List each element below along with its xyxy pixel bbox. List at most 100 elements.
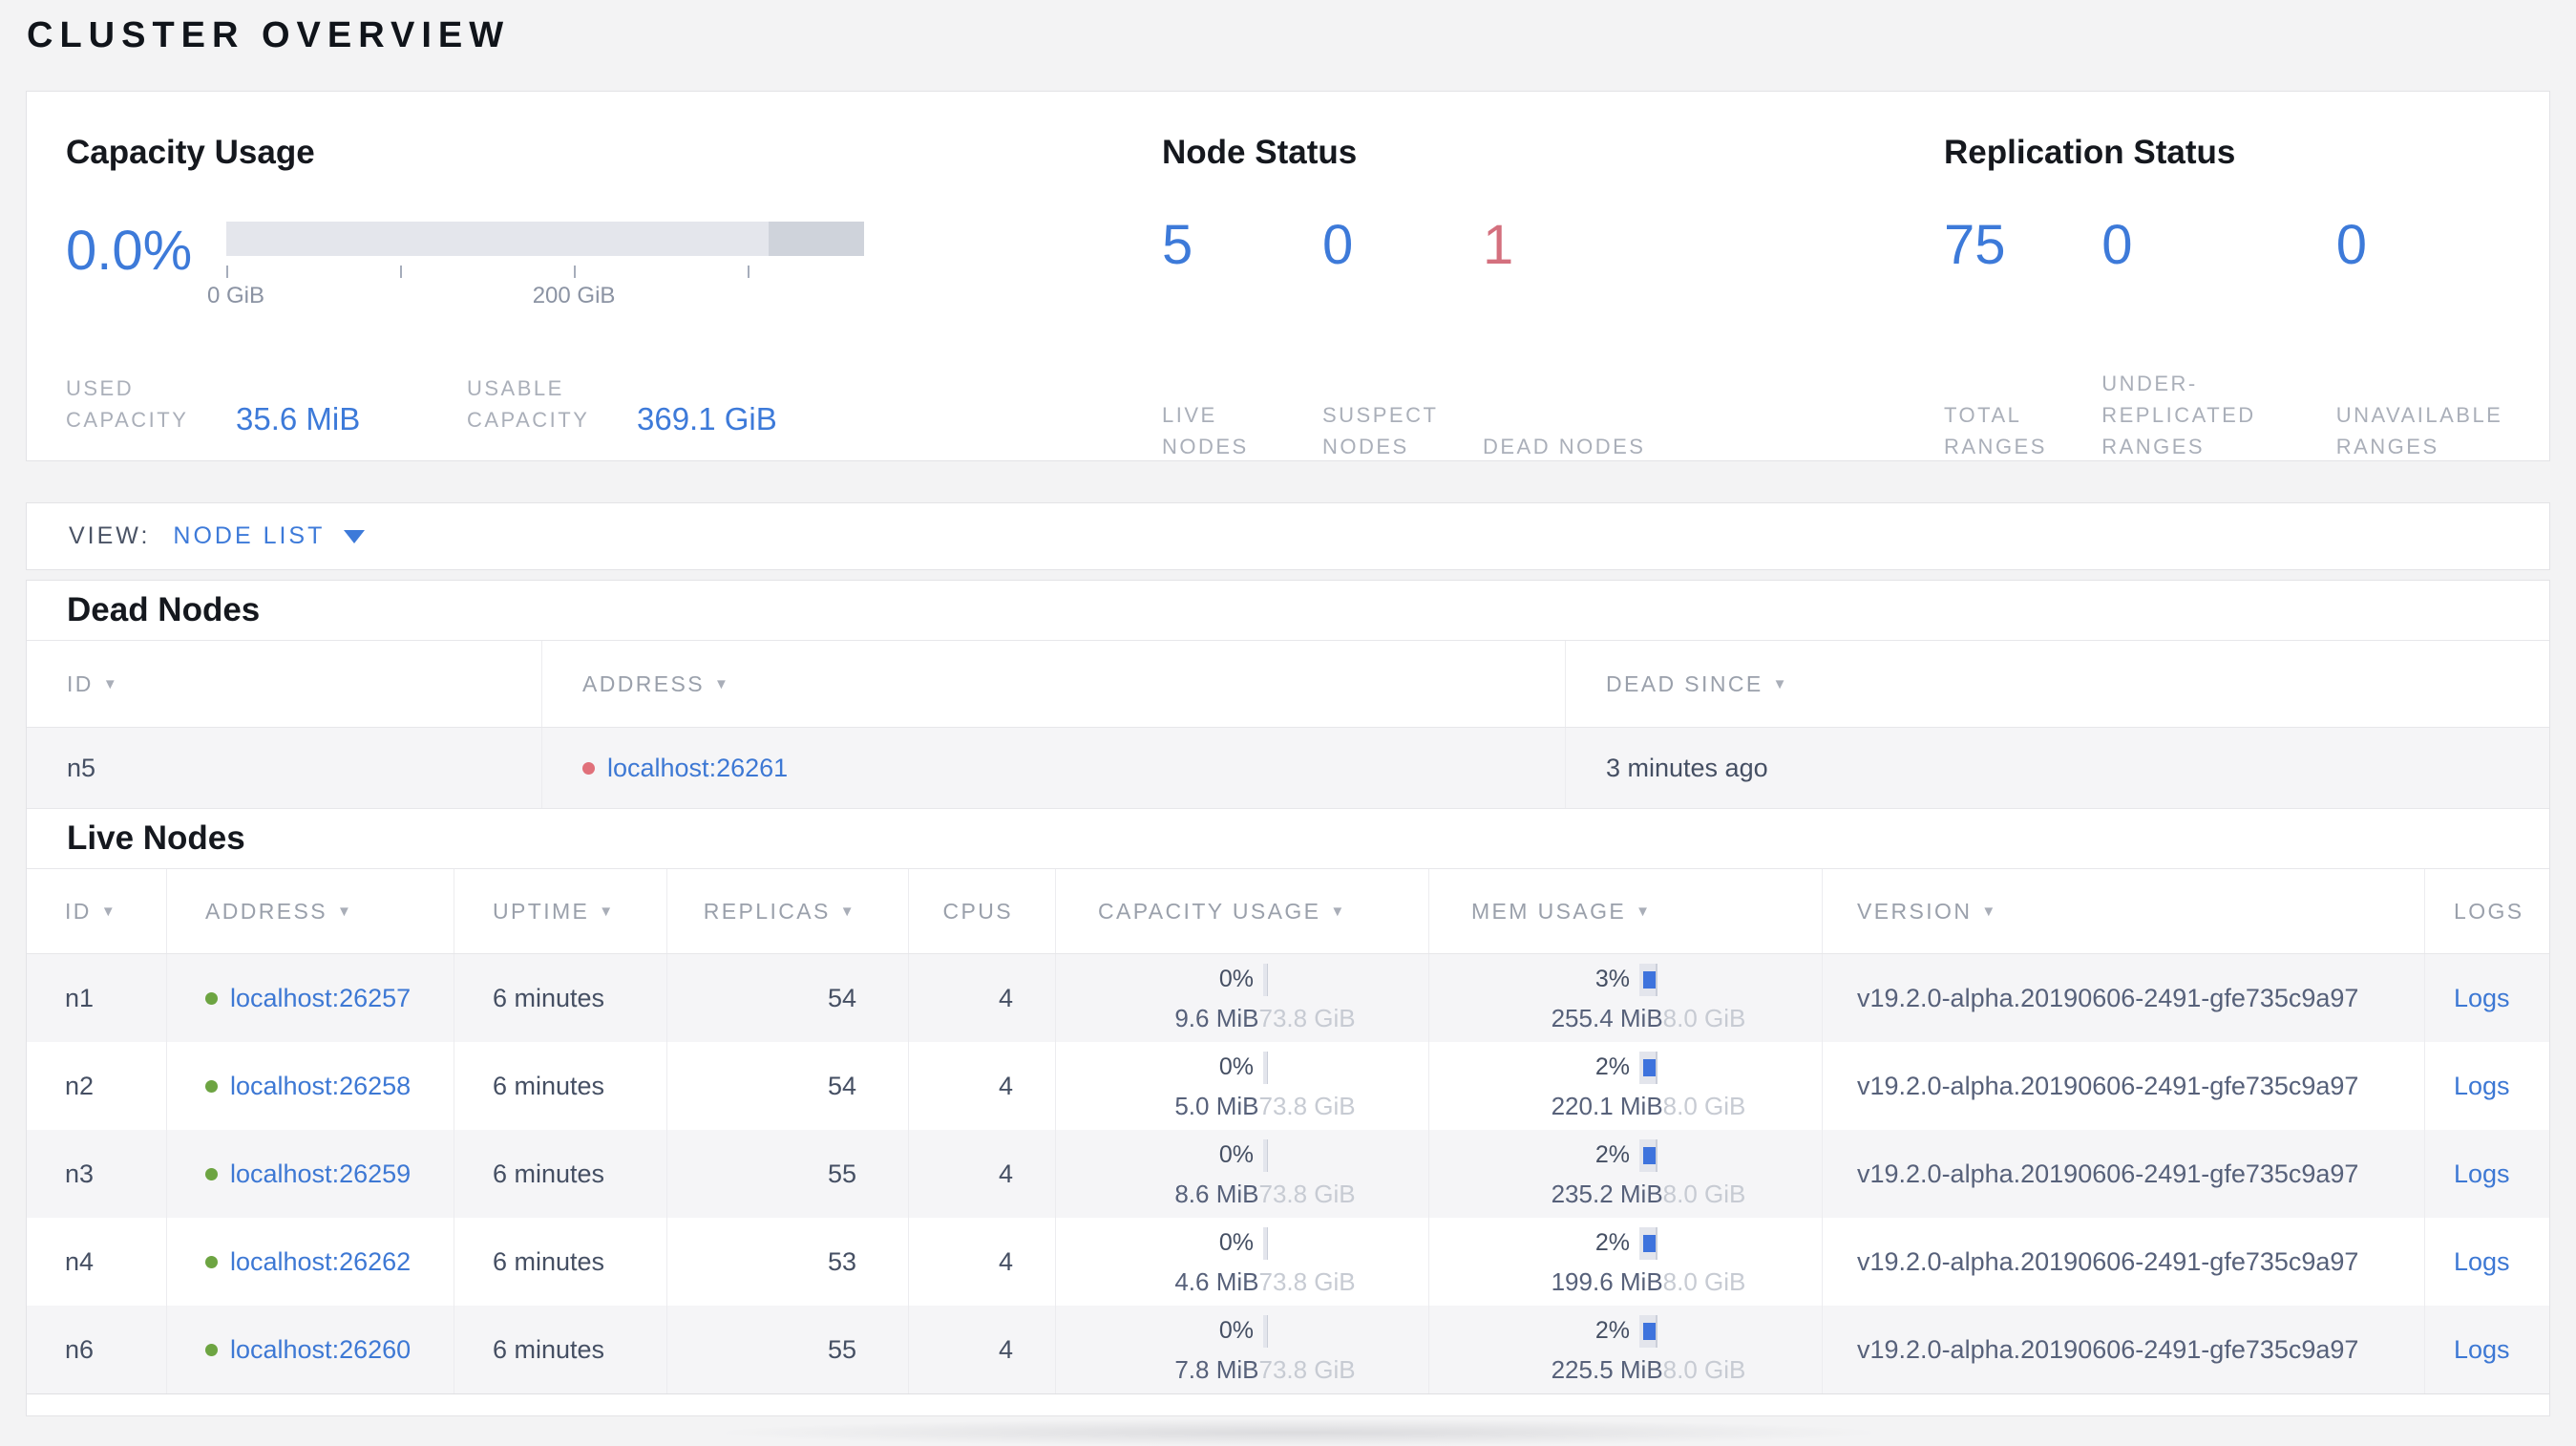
axis-tick bbox=[226, 266, 228, 278]
usable-capacity-value: 369.1 GiB bbox=[637, 401, 777, 436]
capacity-usage-percent: 0% bbox=[1218, 1053, 1254, 1080]
capacity-used-value: 8.6 MiB bbox=[1174, 1179, 1259, 1208]
chevron-down-icon bbox=[344, 529, 366, 543]
mem-usage-values: 225.5 MiB 8.0 GiB bbox=[1552, 1355, 1746, 1385]
live-col-version[interactable]: VERSION ▼ bbox=[1823, 869, 2425, 953]
unavailable-ranges-label: UNAVAILABLE RANGES bbox=[2335, 403, 2503, 458]
mem-used-value: 255.4 MiB bbox=[1551, 1003, 1663, 1032]
live-status-icon bbox=[205, 1167, 218, 1180]
capacity-usage-percent: 0% bbox=[1218, 1229, 1254, 1256]
view-dropdown[interactable]: NODE LIST bbox=[173, 522, 366, 550]
logs-link[interactable]: Logs bbox=[2454, 1159, 2510, 1189]
total-ranges-label: TOTAL RANGES bbox=[1944, 403, 2047, 458]
node-address-link[interactable]: localhost:26260 bbox=[230, 1335, 411, 1365]
usable-capacity-label-line1: USABLE bbox=[467, 376, 564, 400]
node-address-link[interactable]: localhost:26258 bbox=[230, 1072, 411, 1101]
logs-link[interactable]: Logs bbox=[2454, 1247, 2510, 1277]
dead-node-address-cell: localhost:26261 bbox=[542, 728, 1566, 808]
logs-link[interactable]: Logs bbox=[2454, 984, 2510, 1013]
dead-node-address-link[interactable]: localhost:26261 bbox=[607, 754, 788, 783]
used-capacity-value: 35.6 MiB bbox=[236, 401, 361, 436]
mem-usage-bar-row: 2% bbox=[1584, 1051, 1658, 1084]
mem-bar-reserved-segment bbox=[1656, 1138, 1658, 1172]
live-nodes-label: LIVE NODES bbox=[1162, 403, 1249, 458]
view-label: VIEW: bbox=[69, 522, 151, 549]
live-nodes-table-header: ID ▼ ADDRESS ▼ UPTIME ▼ REPLICAS ▼ CPUS CAPA… bbox=[27, 868, 2549, 954]
node-version: v19.2.0-alpha.20190606-2491-gfe735c9a97 bbox=[1823, 1130, 2425, 1218]
mem-usage-percent: 3% bbox=[1594, 966, 1630, 992]
node-cpus: 4 bbox=[909, 1306, 1056, 1393]
dead-col-id-label: ID bbox=[67, 670, 94, 696]
logs-link[interactable]: Logs bbox=[2454, 1335, 2510, 1365]
live-col-uptime[interactable]: UPTIME ▼ bbox=[454, 869, 667, 953]
node-status-stats: 5 LIVE NODES 0 SUSPECT NODES 1 DEAD NODE… bbox=[1162, 218, 1944, 462]
capacity-total-value: 73.8 GiB bbox=[1258, 1354, 1356, 1384]
node-id: n4 bbox=[27, 1218, 167, 1306]
capacity-usage-title: Capacity Usage bbox=[66, 134, 315, 171]
capacity-usage-values: 9.6 MiB 73.8 GiB bbox=[1174, 1004, 1355, 1033]
mem-usage-bar bbox=[1639, 1138, 1658, 1172]
live-col-mem-usage-label: MEM USAGE bbox=[1471, 898, 1627, 924]
capacity-total-value: 73.8 GiB bbox=[1258, 1003, 1356, 1032]
logs-link[interactable]: Logs bbox=[2454, 1072, 2510, 1101]
capacity-total-value: 73.8 GiB bbox=[1258, 1266, 1356, 1296]
node-address: localhost:26262 bbox=[205, 1247, 411, 1277]
live-col-capacity-usage[interactable]: CAPACITY USAGE ▼ bbox=[1056, 869, 1429, 953]
mem-used-value: 225.5 MiB bbox=[1551, 1354, 1663, 1384]
node-address-link[interactable]: localhost:26262 bbox=[230, 1247, 411, 1277]
capacity-usage-bar bbox=[1263, 1314, 1267, 1348]
scroll-shadow bbox=[726, 1419, 1871, 1446]
capacity-gauge: 0.0% 0 GiB 200 GiB bbox=[66, 222, 1162, 317]
node-address: localhost:26260 bbox=[205, 1335, 411, 1365]
replication-status-section: Replication Status 75 TOTAL RANGES 0 UND… bbox=[1944, 134, 2549, 460]
dead-col-address-label: ADDRESS bbox=[582, 670, 705, 696]
capacity-usage-percent: 0% bbox=[1218, 1317, 1254, 1344]
live-nodes-stat: 5 LIVE NODES bbox=[1162, 218, 1322, 462]
node-capacity-usage: 0% 8.6 MiB 73.8 GiB bbox=[1056, 1130, 1429, 1218]
node-capacity-usage: 0% 4.6 MiB 73.8 GiB bbox=[1056, 1218, 1429, 1306]
dead-nodes-stat: 1 DEAD NODES bbox=[1483, 218, 1664, 462]
sort-desc-icon: ▼ bbox=[1981, 903, 1998, 920]
live-nodes-heading: Live Nodes bbox=[67, 819, 245, 857]
axis-tick bbox=[747, 266, 750, 278]
usable-capacity-label-line2: CAPACITY bbox=[467, 408, 590, 432]
live-col-logs: LOGS bbox=[2425, 869, 2549, 953]
node-uptime: 6 minutes bbox=[454, 1306, 667, 1393]
mem-usage-percent: 2% bbox=[1594, 1317, 1630, 1344]
node-id: n1 bbox=[27, 954, 167, 1042]
node-status-title: Node Status bbox=[1162, 134, 1358, 171]
capacity-total-value: 73.8 GiB bbox=[1258, 1091, 1356, 1120]
dead-col-id[interactable]: ID ▼ bbox=[27, 641, 542, 727]
live-col-uptime-label: UPTIME bbox=[493, 898, 590, 924]
node-address-cell: localhost:26262 bbox=[167, 1218, 454, 1306]
node-address-link[interactable]: localhost:26257 bbox=[230, 984, 411, 1013]
live-col-cpus[interactable]: CPUS bbox=[909, 869, 1056, 953]
dead-col-dead-since[interactable]: DEAD SINCE ▼ bbox=[1566, 641, 2549, 727]
mem-usage-bar bbox=[1639, 963, 1658, 996]
capacity-usage-percent: 0% bbox=[1218, 966, 1254, 992]
live-col-address[interactable]: ADDRESS ▼ bbox=[167, 869, 454, 953]
sort-desc-icon: ▼ bbox=[1330, 903, 1347, 920]
nodes-tables-card: Dead Nodes ID ▼ ADDRESS ▼ DEAD SINCE ▼ n5 l… bbox=[26, 580, 2550, 1416]
mem-usage-bar bbox=[1639, 1314, 1658, 1348]
node-capacity-usage: 0% 5.0 MiB 73.8 GiB bbox=[1056, 1042, 1429, 1130]
live-col-replicas-label: REPLICAS bbox=[703, 898, 831, 924]
node-version: v19.2.0-alpha.20190606-2491-gfe735c9a97 bbox=[1823, 1042, 2425, 1130]
dead-nodes-table-header: ID ▼ ADDRESS ▼ DEAD SINCE ▼ bbox=[27, 640, 2549, 728]
live-col-replicas[interactable]: REPLICAS ▼ bbox=[667, 869, 909, 953]
node-replicas: 54 bbox=[667, 1042, 909, 1130]
node-cpus: 4 bbox=[909, 1042, 1056, 1130]
table-row: n2 localhost:26258 6 minutes 54 4 0% 5.0… bbox=[27, 1042, 2549, 1130]
capacity-usage-bar-row: 0% bbox=[1208, 1226, 1267, 1260]
mem-total-value: 8.0 GiB bbox=[1662, 1266, 1746, 1296]
dead-col-address[interactable]: ADDRESS ▼ bbox=[542, 641, 1566, 727]
node-address: localhost:26259 bbox=[205, 1159, 411, 1189]
node-mem-usage: 2% 199.6 MiB 8.0 GiB bbox=[1429, 1218, 1823, 1306]
capacity-usage-section: Capacity Usage 0.0% 0 GiB 200 GiB USED C… bbox=[66, 134, 1162, 460]
node-address-link[interactable]: localhost:26259 bbox=[230, 1159, 411, 1189]
node-uptime: 6 minutes bbox=[454, 1130, 667, 1218]
node-address: localhost:26257 bbox=[205, 984, 411, 1013]
sort-desc-icon: ▼ bbox=[100, 903, 118, 920]
live-col-id[interactable]: ID ▼ bbox=[27, 869, 167, 953]
live-col-mem-usage[interactable]: MEM USAGE ▼ bbox=[1429, 869, 1823, 953]
